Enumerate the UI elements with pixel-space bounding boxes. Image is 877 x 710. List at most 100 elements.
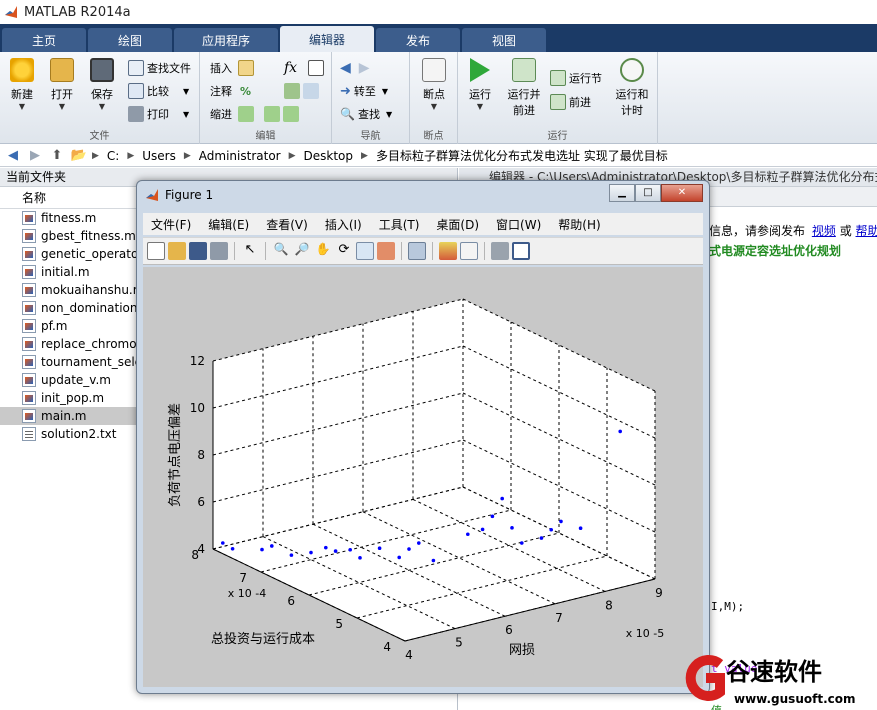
- show-plot-tools-icon[interactable]: [512, 242, 530, 260]
- data-point: [358, 556, 362, 560]
- menu-tools[interactable]: 工具(T): [379, 216, 420, 233]
- data-point: [480, 527, 485, 532]
- tab-apps[interactable]: 应用程序: [174, 28, 278, 52]
- matlab-file-icon: [22, 211, 36, 225]
- chevron-right-icon: ▶: [361, 150, 368, 161]
- figure-canvas[interactable]: 4 5 6 7 8 9 4 5 6 7 8 4 6 8 10 12 x 10 -5 x 10 -4 网损 总投资与运行…: [143, 267, 703, 687]
- tab-view[interactable]: 视图: [462, 28, 546, 52]
- run-and-advance-button[interactable]: 运行并 前进: [502, 56, 546, 118]
- indent-button[interactable]: 缩进: [210, 104, 257, 124]
- print-figure-icon[interactable]: [210, 242, 228, 260]
- goto-button[interactable]: ➜ 转至 ▼: [340, 81, 388, 101]
- back-forward-buttons[interactable]: ◀ ▶: [340, 58, 370, 78]
- save-figure-icon[interactable]: [189, 242, 207, 260]
- data-point: [417, 541, 421, 545]
- rotate-3d-icon[interactable]: ⟳: [335, 242, 353, 260]
- close-button[interactable]: ✕: [661, 184, 703, 202]
- maximize-button[interactable]: □: [635, 184, 661, 202]
- compare-icon: [128, 83, 144, 99]
- menu-desktop[interactable]: 桌面(D): [436, 216, 479, 233]
- comment-button[interactable]: 注释 %: [210, 81, 251, 101]
- breadcrumb-users[interactable]: Users: [142, 149, 176, 163]
- chevron-down-icon: ▼: [58, 102, 66, 111]
- toolbar-separator: [401, 242, 402, 260]
- figure-window[interactable]: Figure 1 ▁ □ ✕ 文件(F) 编辑(E) 查看(V) 插入(I) 工…: [136, 180, 710, 694]
- chevron-down-icon[interactable]: ▼: [183, 110, 189, 119]
- menu-file[interactable]: 文件(F): [151, 216, 191, 233]
- browse-folder-icon[interactable]: 📂: [70, 148, 88, 163]
- compare-button[interactable]: 比较 ▼: [128, 81, 189, 101]
- run-section-button[interactable]: 运行节: [550, 68, 602, 88]
- save-button[interactable]: 保存 ▼: [82, 56, 122, 111]
- data-point: [309, 550, 313, 555]
- zoom-in-icon[interactable]: 🔍: [272, 242, 290, 260]
- tab-plots[interactable]: 绘图: [88, 28, 172, 52]
- open-button[interactable]: 打开 ▼: [42, 56, 82, 111]
- zoom-out-icon[interactable]: 🔎: [293, 242, 311, 260]
- file-name: init_pop.m: [41, 391, 105, 405]
- x-exponent-label: x 10 -5: [626, 627, 664, 640]
- app-title: MATLAB R2014a: [24, 4, 131, 20]
- menu-edit[interactable]: 编辑(E): [208, 216, 249, 233]
- ribbon-tabs: 主页 绘图 应用程序 编辑器 发布 视图: [0, 24, 877, 52]
- breadcrumb-c[interactable]: C:: [107, 149, 119, 163]
- colorbar-icon[interactable]: [439, 242, 457, 260]
- open-file-icon[interactable]: [168, 242, 186, 260]
- file-name: gbest_fitness.m: [41, 229, 136, 243]
- pan-hand-icon[interactable]: ✋: [314, 242, 332, 260]
- print-button[interactable]: 打印 ▼: [128, 104, 189, 124]
- fx-button[interactable]: fx: [284, 58, 297, 78]
- menu-insert[interactable]: 插入(I): [325, 216, 362, 233]
- arrow-right-icon[interactable]: ▶: [26, 148, 44, 163]
- minimize-button[interactable]: ▁: [609, 184, 635, 202]
- breadcrumb-desktop[interactable]: Desktop: [304, 149, 354, 163]
- find-files-button[interactable]: 查找文件: [128, 58, 191, 78]
- video-link[interactable]: 视频: [812, 224, 836, 238]
- scatter3-plot[interactable]: 456789456784681012x 10 -5x 10 -4网损总投资与运行…: [143, 267, 703, 687]
- link-plot-icon[interactable]: [408, 242, 426, 260]
- data-point: [431, 558, 436, 563]
- tab-home[interactable]: 主页: [2, 28, 86, 52]
- up-folder-icon[interactable]: ⬆: [48, 148, 66, 163]
- file-name: pf.m: [41, 319, 68, 333]
- open-label: 打开: [51, 88, 73, 101]
- matlab-logo-icon: [5, 6, 17, 18]
- breakpoints-button[interactable]: 断点 ▼: [414, 56, 454, 111]
- help-link[interactable]: 帮助: [856, 224, 877, 238]
- run-and-time-button[interactable]: 运行和 计时: [610, 56, 654, 118]
- arrow-left-icon[interactable]: ◀: [4, 148, 22, 163]
- advance-button[interactable]: 前进: [550, 92, 591, 112]
- matlab-file-icon: [22, 337, 36, 351]
- tab-editor[interactable]: 编辑器: [280, 26, 374, 52]
- tab-publish[interactable]: 发布: [376, 28, 460, 52]
- menu-window[interactable]: 窗口(W): [496, 216, 541, 233]
- save-icon: [90, 58, 114, 82]
- run-section-label: 运行节: [569, 72, 602, 85]
- cursor-icon[interactable]: ↖: [241, 242, 259, 260]
- run-button[interactable]: 运行 ▼: [460, 56, 500, 111]
- legend-icon[interactable]: [460, 242, 478, 260]
- indent-more-button[interactable]: [264, 104, 302, 124]
- data-cursor-icon[interactable]: [356, 242, 374, 260]
- uncomment-button[interactable]: [284, 81, 322, 101]
- new-button[interactable]: 新建 ▼: [2, 56, 42, 111]
- hide-plot-tools-icon[interactable]: [491, 242, 509, 260]
- chevron-down-icon[interactable]: ▼: [183, 87, 189, 96]
- find-button[interactable]: 🔍 查找 ▼: [340, 104, 392, 124]
- menu-help[interactable]: 帮助(H): [558, 216, 600, 233]
- breadcrumb-administrator[interactable]: Administrator: [199, 149, 281, 163]
- cell-mode-button[interactable]: [308, 58, 327, 78]
- find-files-label: 查找文件: [147, 62, 191, 75]
- y-tick-label: 6: [287, 594, 295, 608]
- menu-view[interactable]: 查看(V): [266, 216, 308, 233]
- brush-icon[interactable]: [377, 242, 395, 260]
- file-name: main.m: [41, 409, 87, 423]
- arrow-left-icon[interactable]: ◀: [340, 60, 351, 76]
- breadcrumb-project-folder[interactable]: 多目标粒子群算法优化分布式发电选址 实现了最优目标: [376, 147, 668, 164]
- print-label: 打印: [147, 108, 169, 121]
- arrow-right-icon[interactable]: ▶: [359, 60, 370, 76]
- find-files-icon: [128, 60, 144, 76]
- new-figure-icon[interactable]: [147, 242, 165, 260]
- breakpoints-label: 断点: [423, 88, 445, 101]
- insert-button[interactable]: 插入: [210, 58, 257, 78]
